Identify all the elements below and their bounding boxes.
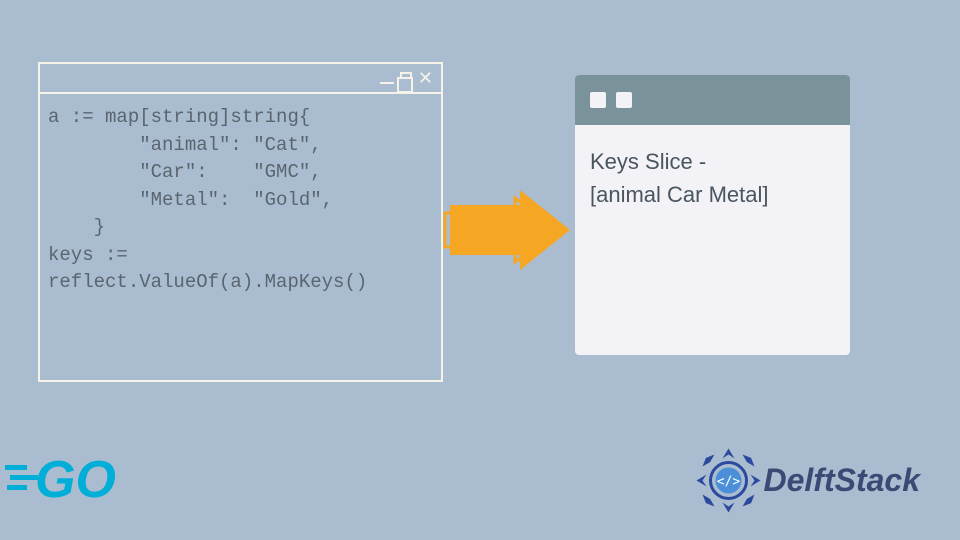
code-body: a := map[string]string{ "animal": "Cat",…	[40, 94, 441, 307]
code-titlebar: ✕	[40, 64, 441, 94]
code-line: "Car": "GMC",	[48, 161, 322, 183]
code-line: "Metal": "Gold",	[48, 189, 333, 211]
code-window: ✕ a := map[string]string{ "animal": "Cat…	[38, 62, 443, 382]
code-line: "animal": "Cat",	[48, 134, 322, 156]
output-line: Keys Slice -	[590, 145, 835, 178]
output-body: Keys Slice - [animal Car Metal]	[575, 125, 850, 231]
code-line: a := map[string]string{	[48, 106, 310, 128]
delftstack-mandala-icon: </>	[691, 443, 766, 518]
code-line: reflect.ValueOf(a).MapKeys()	[48, 271, 367, 293]
go-logo: GO	[5, 445, 160, 515]
output-titlebar	[575, 75, 850, 125]
delftstack-text: DelftStack	[764, 462, 921, 499]
close-icon: ✕	[418, 71, 433, 85]
svg-text:</>: </>	[716, 475, 740, 490]
output-line: [animal Car Metal]	[590, 178, 835, 211]
output-window: Keys Slice - [animal Car Metal]	[575, 75, 850, 355]
svg-text:GO: GO	[35, 451, 116, 509]
code-line: }	[48, 216, 105, 238]
code-line: keys :=	[48, 244, 128, 266]
window-control-icon	[590, 92, 606, 108]
maximize-icon	[400, 72, 412, 84]
minimize-icon	[380, 82, 394, 84]
arrow-icon	[440, 185, 580, 280]
window-control-icon	[616, 92, 632, 108]
delftstack-logo: </> DelftStack	[691, 443, 921, 518]
